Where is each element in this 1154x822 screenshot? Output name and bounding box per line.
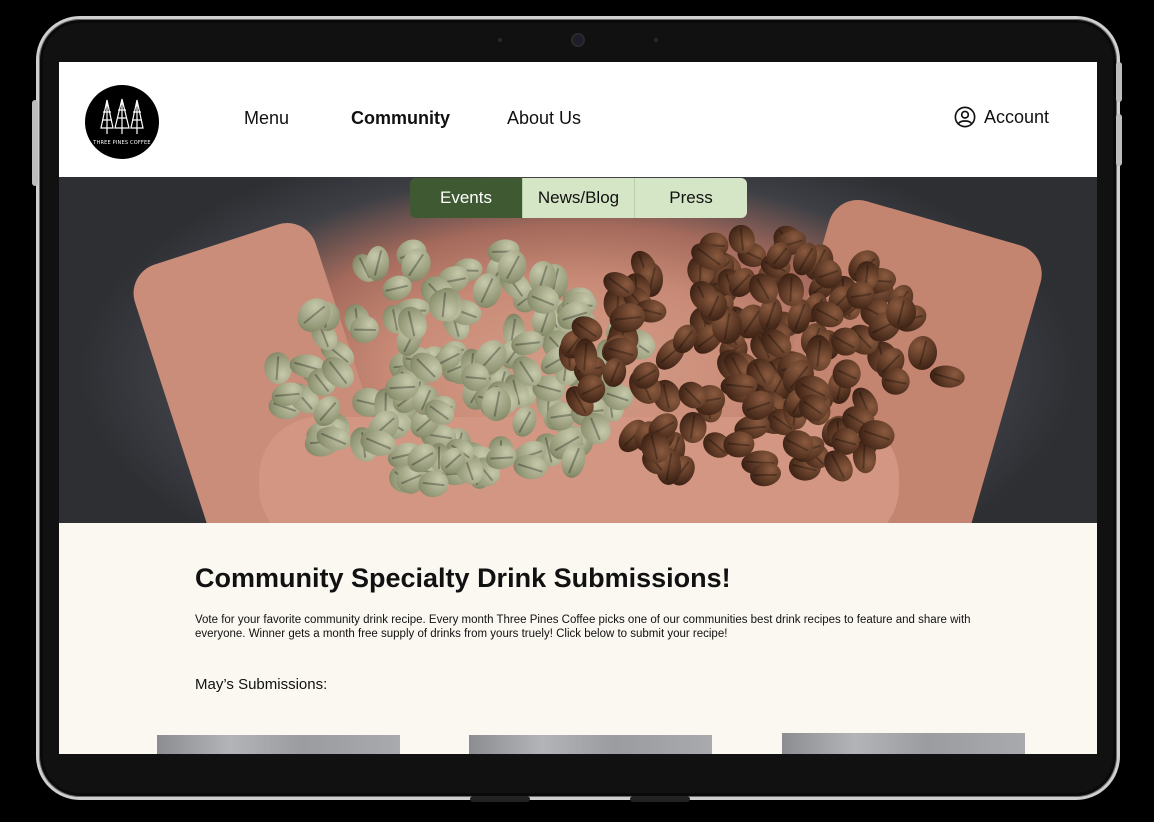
volume-up-button	[1116, 62, 1122, 102]
pine-trees-icon	[100, 98, 144, 134]
account-link[interactable]: Account	[954, 106, 1049, 128]
tab-news-blog[interactable]: News/Blog	[522, 178, 634, 218]
green-bean	[364, 245, 391, 282]
community-subnav: Events News/Blog Press	[410, 178, 747, 218]
user-circle-icon	[954, 106, 976, 128]
submission-card[interactable]	[782, 733, 1025, 754]
tab-events[interactable]: Events	[410, 178, 522, 218]
tab-press[interactable]: Press	[634, 178, 747, 218]
submission-card[interactable]	[157, 735, 400, 754]
section-heading: May’s Submissions:	[195, 676, 328, 693]
brand-logo[interactable]: THREE PINES COFFEE	[85, 85, 159, 159]
logo-wordmark: THREE PINES COFFEE	[93, 140, 151, 146]
submission-card[interactable]	[469, 735, 712, 754]
side-button	[32, 100, 38, 186]
nav-community[interactable]: Community	[351, 108, 450, 129]
screen: THREE PINES COFFEE Menu Community About …	[59, 62, 1097, 754]
front-camera	[571, 33, 585, 47]
nav-about-us[interactable]: About Us	[507, 108, 581, 129]
page-description: Vote for your favorite community drink r…	[195, 614, 971, 640]
roasted-bean	[679, 411, 707, 443]
connector-right	[630, 796, 690, 802]
sensor-left	[498, 38, 502, 42]
nav-menu[interactable]: Menu	[244, 108, 289, 129]
account-label: Account	[984, 106, 1050, 127]
volume-down-button	[1116, 114, 1122, 166]
main-content: Community Specialty Drink Submissions! V…	[59, 523, 1097, 754]
sensor-right	[654, 38, 658, 42]
hero-image-coffee-beans	[59, 177, 1097, 523]
roasted-bean	[880, 368, 910, 395]
site-header: THREE PINES COFFEE Menu Community About …	[59, 62, 1097, 177]
connector-left	[470, 796, 530, 802]
green-bean	[481, 386, 511, 422]
page-title: Community Specialty Drink Submissions!	[195, 563, 731, 593]
